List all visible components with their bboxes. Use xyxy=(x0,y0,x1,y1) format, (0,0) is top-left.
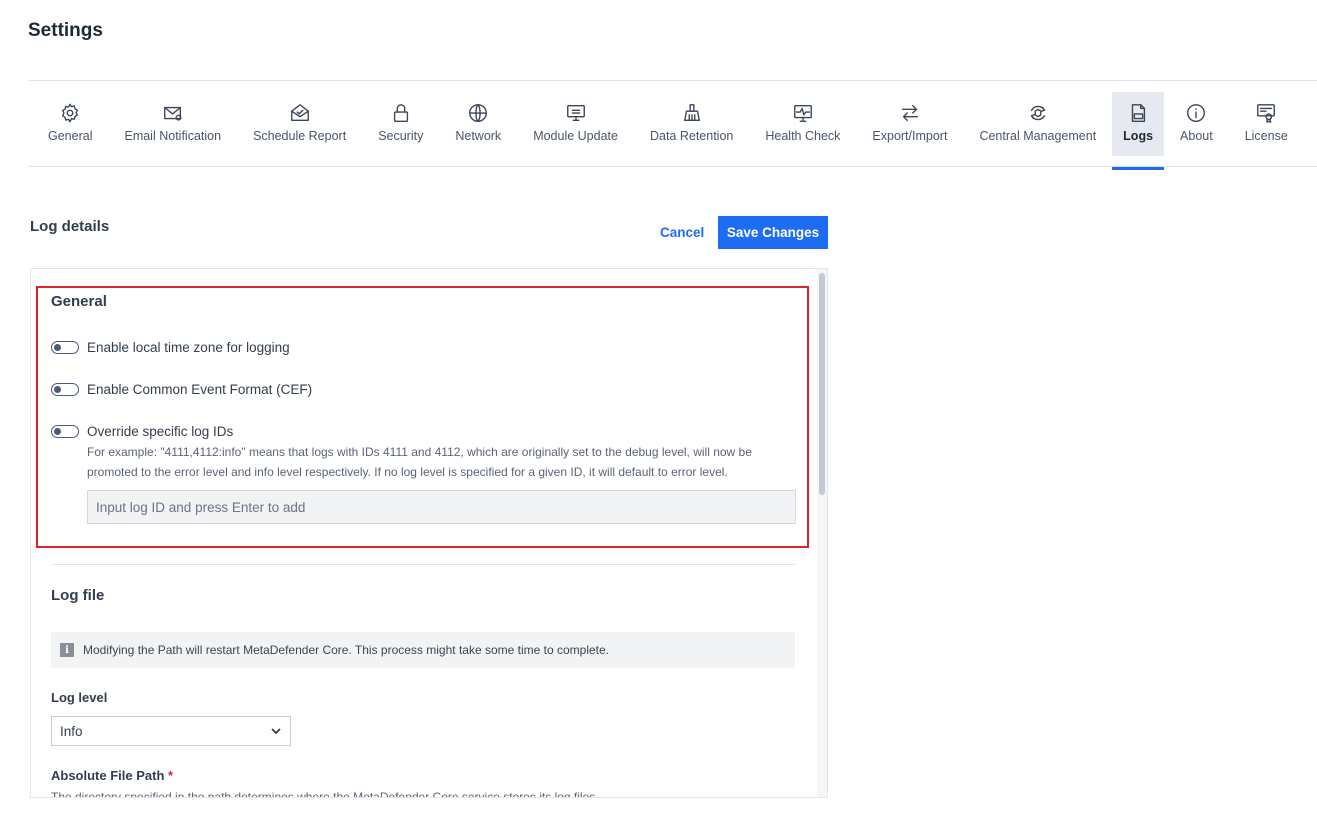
save-changes-button[interactable]: Save Changes xyxy=(718,216,828,249)
settings-tabs: General Email Notification Schedule Repo… xyxy=(32,92,1304,170)
general-section-title: General xyxy=(51,293,107,310)
heartbeat-monitor-icon xyxy=(791,101,815,125)
help-line: For example: "4111,4112:info" means that… xyxy=(87,445,752,459)
log-file-section-title: Log file xyxy=(51,587,105,604)
tab-schedule-report[interactable]: Schedule Report xyxy=(237,92,362,170)
local-time-zone-toggle[interactable] xyxy=(51,341,79,354)
info-icon xyxy=(1184,101,1208,125)
tab-label: Security xyxy=(378,129,424,143)
info-text: Modifying the Path will restart MetaDefe… xyxy=(83,643,610,657)
section-title: Log details xyxy=(30,218,110,235)
toggle-row-override-log-ids: Override specific log IDs xyxy=(51,424,233,439)
tab-label: Health Check xyxy=(765,129,841,143)
tab-about[interactable]: About xyxy=(1164,92,1229,170)
tab-network[interactable]: Network xyxy=(439,92,517,170)
tab-label: About xyxy=(1180,129,1213,143)
tab-label: Schedule Report xyxy=(253,129,347,143)
log-id-input[interactable] xyxy=(87,490,796,524)
tab-label: Module Update xyxy=(533,129,618,143)
path-label-text: Absolute File Path xyxy=(51,768,165,783)
tab-label: Central Management xyxy=(979,129,1097,143)
toggle-label: Enable Common Event Format (CEF) xyxy=(87,382,313,397)
path-description: The directory specified in the path dete… xyxy=(51,790,599,798)
log-file-icon xyxy=(1126,101,1150,125)
lock-icon xyxy=(389,101,413,125)
tab-label: License xyxy=(1244,129,1288,143)
gear-icon xyxy=(58,101,82,125)
toggle-label: Enable local time zone for logging xyxy=(87,340,290,355)
toggle-row-cef: Enable Common Event Format (CEF) xyxy=(51,382,312,397)
override-log-ids-toggle[interactable] xyxy=(51,425,79,438)
help-line: promoted to the error level and info lev… xyxy=(87,465,728,479)
log-level-select[interactable]: Info xyxy=(51,716,291,746)
chevron-down-icon xyxy=(271,728,281,735)
email-icon xyxy=(161,101,185,125)
globe-icon xyxy=(466,101,490,125)
tab-label: Export/Import xyxy=(872,129,948,143)
section-divider xyxy=(51,564,795,565)
tab-health-check[interactable]: Health Check xyxy=(749,92,856,170)
restart-info-banner: i Modifying the Path will restart MetaDe… xyxy=(51,632,795,668)
tab-security[interactable]: Security xyxy=(362,92,439,170)
tab-general[interactable]: General xyxy=(32,92,108,170)
page-title: Settings xyxy=(28,20,103,41)
header-divider xyxy=(28,80,1317,81)
tab-label: Logs xyxy=(1123,129,1154,143)
log-details-panel: General Enable local time zone for loggi… xyxy=(30,268,828,798)
override-help-text: For example: "4111,4112:info" means that… xyxy=(87,442,777,482)
required-mark: * xyxy=(168,768,174,783)
tab-export-import[interactable]: Export/Import xyxy=(856,92,963,170)
absolute-file-path-label: Absolute File Path * xyxy=(51,768,173,783)
log-level-label: Log level xyxy=(51,690,108,705)
envelope-open-icon xyxy=(288,101,312,125)
monitor-icon xyxy=(564,101,588,125)
toggle-row-local-time-zone: Enable local time zone for logging xyxy=(51,340,290,355)
scrollbar-thumb[interactable] xyxy=(819,273,825,495)
cef-toggle[interactable] xyxy=(51,383,79,396)
info-icon: i xyxy=(60,643,74,657)
broom-icon xyxy=(680,101,704,125)
arrows-swap-icon xyxy=(898,101,922,125)
license-icon xyxy=(1254,101,1278,125)
tab-data-retention[interactable]: Data Retention xyxy=(634,92,749,170)
log-level-value: Info xyxy=(60,723,83,739)
tab-label: Data Retention xyxy=(649,129,734,143)
scrollbar[interactable] xyxy=(817,269,827,797)
tab-logs[interactable]: Logs xyxy=(1112,92,1165,170)
tab-label: General xyxy=(48,129,93,143)
tab-email-notification[interactable]: Email Notification xyxy=(108,92,237,170)
cancel-button[interactable]: Cancel xyxy=(652,216,712,249)
tab-central-management[interactable]: Central Management xyxy=(963,92,1112,170)
tab-label: Network xyxy=(455,129,502,143)
toggle-label: Override specific log IDs xyxy=(87,424,234,439)
central-management-icon xyxy=(1026,101,1050,125)
tab-license[interactable]: License xyxy=(1229,92,1304,170)
tabs-divider xyxy=(28,166,1317,167)
tab-module-update[interactable]: Module Update xyxy=(517,92,634,170)
tab-label: Email Notification xyxy=(124,129,222,143)
